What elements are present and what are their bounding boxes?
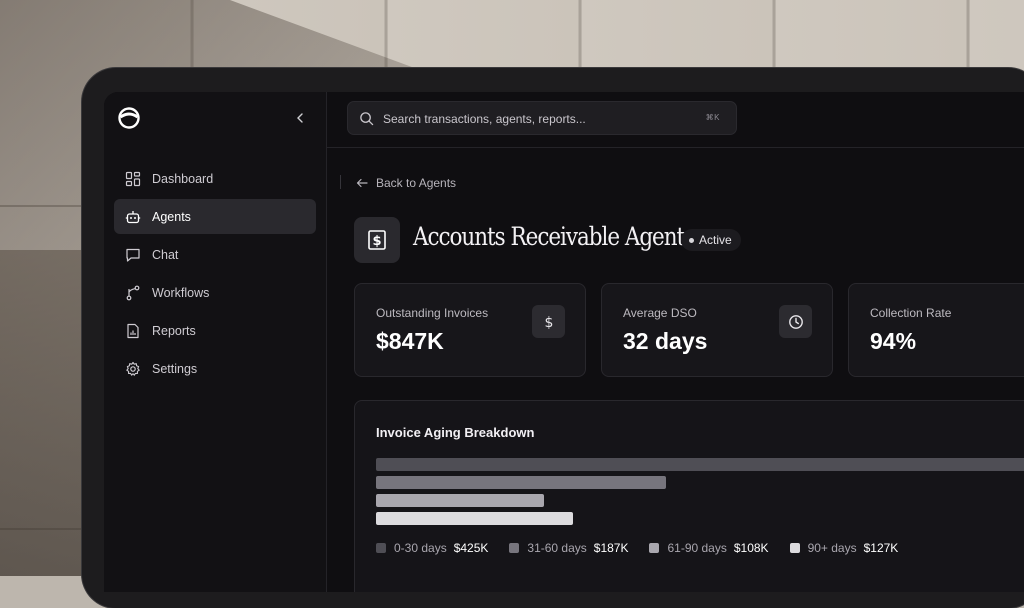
divider [340, 175, 341, 189]
aging-bar [376, 458, 1024, 471]
metric-label: Outstanding Invoices [376, 306, 489, 320]
sidebar-item-workflows[interactable]: Workflows [114, 275, 316, 310]
receipt-dollar-icon: $ [368, 230, 386, 250]
legend-label: 61-90 days [667, 541, 727, 555]
dashboard-icon [125, 171, 141, 186]
legend-swatch [376, 543, 386, 553]
metric-card-collection-rate: Collection Rate 94% [848, 283, 1024, 377]
legend-label: 0-30 days [394, 541, 447, 555]
legend-item: 90+ days $127K [789, 541, 899, 555]
status-badge: Active [681, 229, 741, 251]
sidebar-item-label: Workflows [152, 285, 210, 300]
sidebar-item-label: Agents [152, 209, 191, 224]
main-content: Back to Agents $ Accounts Receivable Age… [326, 148, 1024, 592]
legend-swatch [509, 543, 520, 553]
logo-icon[interactable] [118, 107, 140, 129]
sidebar-nav: Dashboard Agents Chat Workflows Reports … [114, 161, 316, 389]
clock-icon [779, 305, 812, 338]
metric-value: 32 days [623, 328, 708, 354]
search-placeholder: Search transactions, agents, reports... [383, 112, 586, 126]
back-label: Back to Agents [376, 176, 457, 190]
app-window: Dashboard Agents Chat Workflows Reports … [104, 92, 1024, 592]
workflow-icon [126, 285, 140, 300]
sidebar-item-settings[interactable]: Settings [114, 351, 316, 386]
panel-title: Invoice Aging Breakdown [376, 425, 535, 440]
search-input[interactable]: Search transactions, agents, reports... … [347, 101, 737, 135]
sidebar-item-chat[interactable]: Chat [114, 237, 316, 272]
metric-value: $847K [376, 328, 444, 354]
top-bar: Search transactions, agents, reports... … [326, 92, 1024, 148]
page-title: Accounts Receivable Agent [413, 222, 685, 251]
arrow-left-icon [356, 178, 368, 188]
dollar-icon: $ [532, 305, 565, 338]
metric-label: Average DSO [623, 306, 697, 320]
legend-label: 90+ days [807, 541, 857, 555]
sidebar-item-label: Settings [152, 361, 198, 376]
gear-icon [126, 361, 140, 376]
sidebar-item-agents[interactable]: Agents [114, 199, 316, 234]
sidebar-item-label: Dashboard [152, 171, 214, 186]
search-icon [360, 112, 374, 126]
aging-bar [376, 512, 573, 525]
aging-bar-chart [376, 458, 1024, 530]
legend-label: 31-60 days [527, 541, 587, 555]
svg-text:$: $ [544, 315, 553, 330]
agent-avatar: $ [354, 217, 400, 263]
legend-swatch [789, 543, 800, 553]
chart-legend: 0-30 days $425K 31-60 days $187K 61-90 d… [376, 541, 919, 555]
legend-item: 0-30 days $425K [376, 541, 488, 555]
legend-value: $187K [593, 541, 629, 555]
legend-item: 31-60 days $187K [509, 541, 628, 555]
chat-icon [126, 248, 140, 262]
sidebar-item-reports[interactable]: Reports [114, 313, 316, 348]
metric-card-outstanding-invoices: Outstanding Invoices $847K $ [354, 283, 586, 377]
search-shortcut: ⌘K [705, 113, 720, 122]
legend-value: $425K [453, 541, 489, 555]
legend-value: $108K [733, 541, 769, 555]
bot-icon [125, 210, 141, 223]
collapse-sidebar-icon[interactable] [292, 110, 308, 126]
aging-bar [376, 494, 544, 507]
metric-card-average-dso: Average DSO 32 days [601, 283, 833, 377]
sidebar: Dashboard Agents Chat Workflows Reports … [104, 92, 327, 592]
metric-label: Collection Rate [870, 306, 952, 320]
legend-value: $127K [863, 541, 899, 555]
invoice-aging-panel: Invoice Aging Breakdown 0-30 days $425K … [354, 400, 1024, 592]
sidebar-item-label: Chat [152, 247, 179, 262]
sidebar-item-label: Reports [152, 323, 196, 338]
svg-text:$: $ [372, 234, 381, 249]
back-to-agents-link[interactable]: Back to Agents [356, 176, 456, 190]
background-shadow [0, 250, 90, 576]
sidebar-item-dashboard[interactable]: Dashboard [114, 161, 316, 196]
metric-value: 94% [870, 328, 917, 354]
aging-bar [376, 476, 666, 489]
legend-swatch [649, 543, 660, 553]
report-icon [127, 323, 139, 338]
legend-item: 61-90 days $108K [649, 541, 769, 555]
